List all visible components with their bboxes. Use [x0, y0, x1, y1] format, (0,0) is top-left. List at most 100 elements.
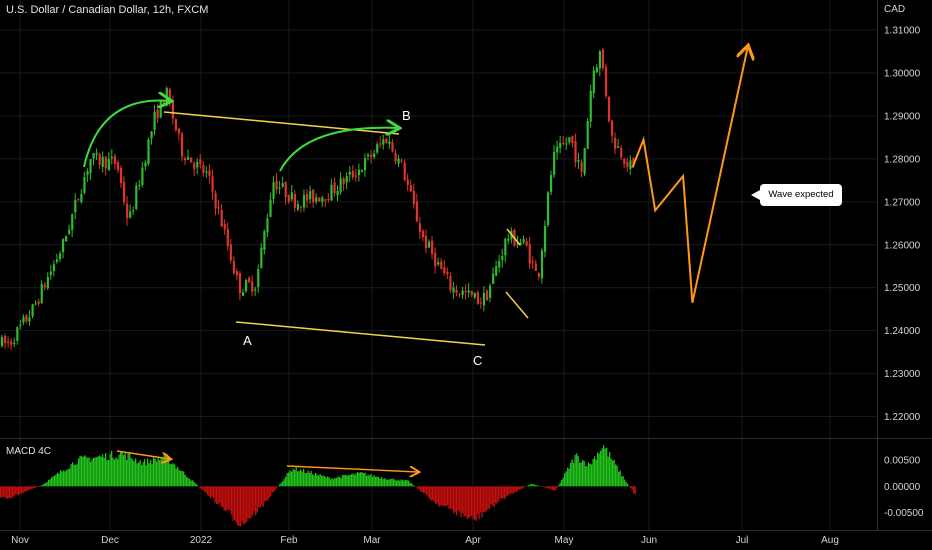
- candle-body: [385, 138, 388, 143]
- candle-body: [278, 187, 281, 189]
- candle-body: [623, 158, 626, 165]
- macd-histogram-bar: [171, 463, 173, 487]
- candle-body: [299, 206, 303, 208]
- candle-body: [162, 101, 165, 107]
- candle-body: [71, 214, 74, 230]
- macd-histogram-bar: [514, 486, 516, 492]
- candle-body: [440, 261, 443, 270]
- macd-histogram-bar: [237, 486, 239, 526]
- macd-histogram-bar: [298, 471, 300, 487]
- macd-histogram-bar: [529, 484, 531, 487]
- macd-histogram-bar: [150, 460, 152, 487]
- macd-histogram-bar: [331, 478, 333, 487]
- candle-body: [293, 193, 296, 208]
- macd-histogram-bar: [78, 458, 80, 487]
- candle-body: [348, 171, 351, 175]
- macd-histogram-bar: [102, 454, 104, 487]
- macd-histogram-bar: [592, 458, 594, 487]
- macd-histogram-bar: [271, 486, 273, 493]
- macd-histogram-bar: [84, 455, 86, 487]
- candle-body: [83, 177, 86, 193]
- macd-histogram-bar: [66, 470, 68, 487]
- candle-body: [415, 201, 418, 222]
- candle-body: [336, 191, 339, 196]
- lower-trendline: [235, 321, 486, 346]
- macd-histogram-bar: [18, 486, 20, 496]
- candle-body: [388, 141, 391, 144]
- macd-histogram-bar: [361, 472, 363, 487]
- candle-body: [31, 304, 34, 317]
- candle-body: [333, 182, 336, 193]
- macd-histogram-bar: [573, 462, 575, 487]
- wave-expected-callout[interactable]: Wave expected: [751, 184, 842, 206]
- macd-histogram-bar: [390, 478, 392, 487]
- macd-histogram-bar: [276, 486, 278, 488]
- macd-histogram-bar: [525, 486, 527, 487]
- macd-histogram-bar: [291, 471, 293, 487]
- macd-histogram-bar: [286, 473, 288, 487]
- candle-body: [504, 238, 507, 256]
- candle-body: [370, 154, 373, 158]
- candle-body: [309, 191, 312, 200]
- macd-histogram-bar: [424, 486, 426, 494]
- macd-histogram-bar: [588, 462, 590, 487]
- macd-histogram-bar: [310, 471, 312, 487]
- candle-body: [104, 156, 107, 169]
- candle-body: [620, 147, 623, 158]
- candle-body: [77, 198, 80, 200]
- macd-histogram-bar: [373, 475, 375, 487]
- candle-body: [40, 284, 43, 303]
- macd-histogram-bar: [288, 472, 290, 487]
- macd-histogram-bar: [13, 486, 15, 496]
- macd-histogram-bar: [70, 464, 72, 487]
- macd-histogram-bar: [495, 486, 497, 504]
- macd-histogram-bar: [354, 474, 356, 487]
- candle-body: [165, 87, 168, 106]
- macd-histogram-bar: [6, 486, 8, 499]
- macd-histogram-bar: [462, 486, 464, 514]
- candle-body: [65, 236, 68, 242]
- candle-body: [171, 100, 174, 119]
- macd-histogram-bar: [133, 461, 135, 487]
- macd-histogram-bar: [367, 474, 369, 487]
- macd-histogram-bar: [249, 486, 251, 519]
- macd-histogram-bar: [46, 482, 48, 487]
- candle-body: [34, 303, 37, 305]
- candle-body: [4, 336, 7, 344]
- time-tick-label: May: [555, 535, 574, 546]
- macd-histogram-bar: [628, 485, 630, 487]
- candle-body: [202, 165, 205, 174]
- macd-histogram-bar: [516, 486, 518, 493]
- macd-histogram-bar: [118, 454, 120, 487]
- macd-histogram-bar: [466, 486, 468, 520]
- candle-body: [556, 146, 559, 153]
- macd-histogram-bar: [213, 486, 215, 499]
- macd-histogram-bar: [174, 464, 176, 487]
- macd-histogram-bar: [40, 485, 42, 487]
- macd-histogram-bar: [1, 486, 3, 498]
- candle-body: [467, 290, 470, 293]
- candle-body: [275, 180, 278, 190]
- macd-histogram-bar: [208, 486, 210, 497]
- macd-histogram-bar: [534, 484, 536, 487]
- candle-body: [211, 176, 214, 193]
- candle-body: [205, 171, 208, 173]
- candle-body: [592, 70, 595, 94]
- macd-histogram-bar: [601, 448, 603, 487]
- candle-body: [260, 247, 263, 268]
- candle-body: [132, 210, 135, 212]
- macd-histogram-bar: [589, 463, 591, 487]
- macd-histogram-bar: [565, 471, 567, 487]
- candle-body: [449, 275, 452, 291]
- macd-histogram-bar: [162, 458, 164, 487]
- candle-body: [135, 185, 138, 209]
- macd-histogram-bar: [472, 486, 474, 520]
- macd-histogram-bar: [412, 484, 414, 487]
- candle-body: [382, 139, 385, 145]
- candle-body: [49, 271, 52, 275]
- macd-histogram-bar: [591, 464, 593, 487]
- macd-histogram-bar: [217, 486, 219, 505]
- macd-histogram-bar: [469, 486, 471, 518]
- macd-histogram-bar: [553, 486, 555, 491]
- macd-histogram-bar: [468, 486, 470, 519]
